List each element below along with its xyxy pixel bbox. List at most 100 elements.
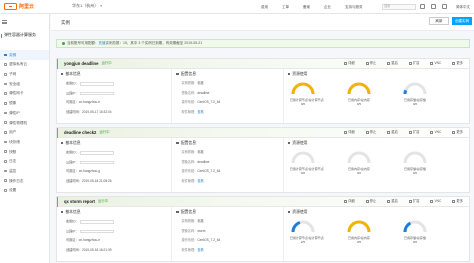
instance-name[interactable]: deadline check2 [64, 130, 96, 135]
action-restart-button[interactable]: 重启 [387, 199, 398, 204]
gauge-arc [403, 82, 427, 95]
top-link-icp[interactable]: 备案 [303, 5, 310, 9]
gauge-value: 0/0 [300, 102, 305, 107]
gauge-fill [291, 82, 315, 95]
software-value[interactable]: 查看 [197, 179, 203, 183]
image-label: 镜像名称： [181, 90, 198, 95]
public-ip-row: 公网IP： [66, 160, 114, 165]
instance-id-value [79, 151, 114, 155]
instance-id-label: 实例ID： [66, 219, 79, 224]
sidebar-item[interactable]: 日志 [0, 157, 49, 167]
config-section: 配置信息 实例规格：标准 镜像名称：deadline 操作系统：CentOS_7.2_… [172, 138, 284, 192]
sidebar-item-label: 虚拟私有云 [9, 62, 28, 67]
top-link-enterprise[interactable]: 企业 [324, 5, 331, 9]
zone-label: 可用区： [66, 238, 79, 242]
action-more-button[interactable]: 更多 [452, 61, 463, 66]
action-scale-button[interactable]: 扩容 [408, 130, 419, 135]
help-icon[interactable] [431, 4, 436, 9]
usage-gauge: 已用内存/总内存 0/5 [346, 80, 372, 107]
action-more-button[interactable]: 更多 [452, 130, 463, 135]
action-restart-button[interactable]: 重启 [387, 130, 398, 135]
user-icon[interactable] [442, 4, 447, 9]
spec-row: 实例规格：标准 [181, 81, 203, 86]
image-row: 镜像名称：storm [181, 229, 205, 234]
action-stop-button[interactable]: 停止 [365, 61, 376, 66]
action-label: 重启 [391, 199, 398, 203]
aliyun-logo[interactable]: 阿里云 [0, 3, 50, 10]
region-selector[interactable]: 华东1（杭州） ▾ [72, 3, 102, 9]
action-details-button[interactable]: 详细 [344, 61, 355, 66]
action-restart-button[interactable]: 重启 [387, 61, 398, 66]
sidebar-item[interactable]: 实例 [0, 50, 49, 60]
basic-info-section: 基本信息 实例ID： 公网IP： 可用区：cn-hangzhou-e 创建时间：2019… [57, 207, 173, 261]
spec-row: 实例规格：标准 [181, 150, 203, 155]
usage-gauge: 已用计算节点/总计算节点 2/5 [290, 218, 324, 245]
language-switch[interactable]: 简体中文 [456, 5, 470, 9]
sidebar-item[interactable]: 用户 [0, 128, 49, 138]
software-value[interactable]: 查看 [197, 110, 203, 114]
sidebar-item[interactable]: 弹性物理机 [0, 118, 49, 128]
action-scale-button[interactable]: 扩容 [408, 61, 419, 66]
basic-info-section: 基本信息 实例ID： 公网IP： 可用区：cn-hangzhou-e 创建时间：2019… [57, 69, 173, 123]
config-section: 配置信息 实例规格：标准 镜像名称：deadline 操作系统：CentOS_7.2_… [172, 69, 284, 123]
instance-actions: 详细 停止 重启 扩容 VNC 更多 [344, 61, 463, 66]
resource-usage-title: 资源使用 [287, 72, 307, 77]
instance-name[interactable]: yongjun deadline [64, 61, 98, 66]
search-input[interactable]: 搜索 [382, 3, 416, 10]
sidebar-item[interactable]: 监控 [0, 166, 49, 176]
alert-link[interactable]: 充值 [99, 41, 106, 45]
instance-actions: 详细 停止 重启 扩容 VNC 更多 [344, 199, 463, 204]
action-scale-button[interactable]: 扩容 [408, 199, 419, 204]
spec-label: 实例规格： [181, 150, 198, 154]
action-details-button[interactable]: 详细 [344, 130, 355, 135]
alert-text: 当前账号可用配额： [67, 41, 99, 46]
gauge-arc [291, 220, 315, 233]
notification-icon[interactable] [420, 4, 425, 9]
action-more-button[interactable]: 更多 [452, 199, 463, 204]
refresh-button[interactable]: 刷新 [429, 17, 449, 25]
action-vnc-button[interactable]: VNC [430, 130, 441, 135]
basic-info-title: 基本信息 [61, 72, 81, 77]
sidebar-item[interactable]: 虚拟私有云 [0, 60, 49, 70]
gauge-value: 0/0 [300, 171, 305, 176]
action-vnc-button[interactable]: VNC [430, 61, 441, 66]
top-link-tickets[interactable]: 工单 [282, 5, 289, 9]
info-icon [61, 211, 64, 214]
sidebar-item[interactable]: 块存储 [0, 137, 49, 147]
page-header: 实例 刷新 创建实例 [51, 14, 474, 31]
software-label: 软件管理： [181, 178, 198, 183]
more-icon [452, 62, 456, 66]
sidebar-item[interactable]: 操作日志 [0, 176, 49, 186]
restart-icon [387, 62, 391, 66]
sidebar-item[interactable]: 镜像 [0, 98, 49, 108]
sidebar-item-label: 设置 [9, 188, 17, 193]
software-value[interactable]: 查看 [197, 248, 203, 252]
menu-item-icon [4, 92, 7, 95]
action-details-button[interactable]: 详细 [344, 199, 355, 204]
action-vnc-button[interactable]: VNC [430, 199, 441, 204]
sidebar-item[interactable]: 子网 [0, 69, 49, 79]
action-stop-button[interactable]: 停止 [365, 130, 376, 135]
resource-icon [287, 142, 291, 145]
top-link-support[interactable]: 支持与服务 [345, 5, 363, 9]
spec-label: 实例规格： [181, 81, 198, 85]
action-label: 停止 [369, 199, 377, 203]
sidebar-item[interactable]: 弹性网卡 [0, 89, 49, 99]
gauge-value: 0/0 [412, 171, 417, 176]
action-stop-button[interactable]: 停止 [365, 199, 377, 204]
create-instance-button[interactable]: 创建实例 [452, 17, 472, 25]
menu-toggle-icon[interactable] [2, 20, 7, 24]
sidebar-item[interactable]: 弹性IP [0, 108, 49, 118]
sidebar-item[interactable]: 设置 [0, 186, 49, 196]
os-value: CentOS_7.2_64 [197, 169, 221, 173]
image-label: 镜像名称： [181, 159, 198, 164]
top-link-billing[interactable]: 费用 [261, 5, 268, 9]
sidebar-item[interactable]: 快照 [0, 147, 49, 157]
os-row: 操作系统：CentOS_7.2_64 [181, 169, 221, 174]
resource-usage-section: 资源使用 已用计算节点/总计算节点 2/5 已用内存/总内存 0/5 已用存储/总存储 0/… [284, 207, 469, 261]
instance-name[interactable]: qx storm report [64, 199, 95, 204]
vnc-icon [430, 131, 434, 135]
details-icon [344, 62, 348, 66]
sidebar-item[interactable]: 安全组 [0, 79, 49, 89]
zone-value: cn-hangzhou-e [78, 238, 101, 242]
